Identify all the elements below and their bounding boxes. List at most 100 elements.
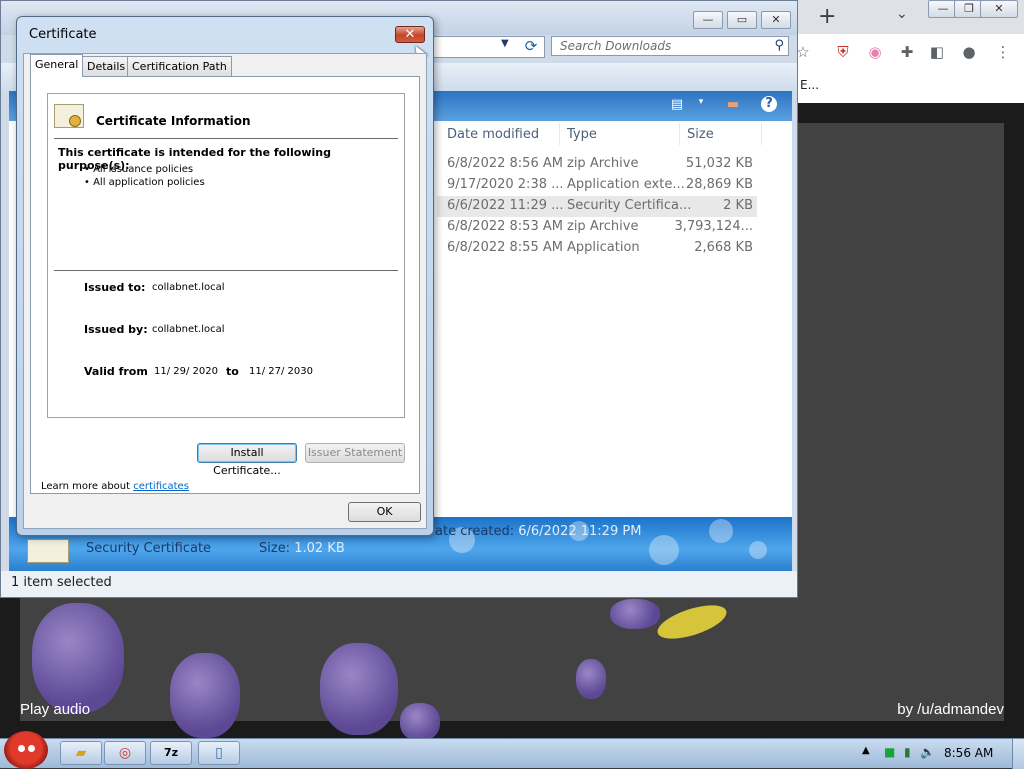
issued-by-value: collabnet.local bbox=[152, 324, 225, 335]
tab-certification-path[interactable]: Certification Path bbox=[127, 56, 232, 76]
tab-general[interactable]: General bbox=[30, 54, 84, 77]
issuer-statement-button[interactable]: Issuer Statement bbox=[305, 443, 405, 463]
file-size: 3,793,124... bbox=[674, 219, 753, 234]
issued-by-label: Issued by: bbox=[84, 323, 148, 336]
column-separator[interactable] bbox=[679, 123, 680, 145]
view-dropdown-icon[interactable]: ▾ bbox=[693, 97, 709, 111]
details-date-label: ate created: bbox=[435, 524, 515, 539]
purple-gorilla-figure bbox=[610, 599, 660, 629]
file-size: 28,869 KB bbox=[685, 177, 753, 192]
learn-more-text: Learn more about certificates bbox=[41, 481, 189, 492]
tab-details[interactable]: Details bbox=[82, 56, 131, 76]
certificates-link[interactable]: certificates bbox=[133, 481, 189, 492]
side-panel-icon[interactable]: ◧ bbox=[928, 43, 946, 61]
divider bbox=[54, 270, 398, 271]
document-taskbar-icon[interactable]: ▯ bbox=[198, 741, 240, 765]
divider bbox=[54, 138, 398, 139]
status-bar: 1 item selected bbox=[1, 571, 797, 597]
network-tray-icon[interactable]: ■ bbox=[884, 745, 895, 759]
file-type: Application exte... bbox=[567, 177, 685, 192]
browser-close-button[interactable]: ✕ bbox=[980, 0, 1018, 18]
valid-to-value: 11/ 27/ 2030 bbox=[249, 366, 313, 377]
new-tab-button[interactable]: + bbox=[818, 4, 836, 29]
file-type: Application bbox=[567, 240, 640, 255]
file-date: 9/17/2020 2:38 ... bbox=[447, 177, 564, 192]
file-row[interactable]: 6/8/2022 8:53 AM zip Archive 3,793,124..… bbox=[437, 217, 757, 238]
start-button[interactable] bbox=[4, 731, 48, 769]
details-file-name: Security Certificate bbox=[86, 541, 212, 556]
show-desktop-button[interactable] bbox=[1012, 739, 1024, 769]
certificate-dialog: Certificate ✕ General Details Certificat… bbox=[16, 16, 434, 536]
decorative-bubble bbox=[749, 541, 767, 559]
explorer-minimize-button[interactable]: — bbox=[693, 11, 723, 29]
column-date-modified[interactable]: Date modified bbox=[447, 127, 539, 142]
file-explorer-taskbar-icon[interactable]: ▰ bbox=[60, 741, 102, 765]
column-type[interactable]: Type bbox=[567, 127, 597, 142]
7zip-taskbar-icon[interactable]: 7z bbox=[150, 741, 192, 765]
search-icon[interactable]: ⚲ bbox=[774, 38, 784, 53]
explorer-close-button[interactable]: ✕ bbox=[761, 11, 791, 29]
file-date: 6/6/2022 11:29 ... bbox=[447, 198, 564, 213]
preview-pane-icon[interactable]: ▬ bbox=[725, 97, 741, 112]
chrome-taskbar-icon[interactable]: ◎ bbox=[104, 741, 146, 765]
ok-button[interactable]: OK bbox=[348, 502, 421, 522]
file-type: zip Archive bbox=[567, 156, 639, 171]
file-type: zip Archive bbox=[567, 219, 639, 234]
tray-overflow-icon[interactable]: ▲ bbox=[862, 745, 870, 756]
play-audio-label[interactable]: Play audio bbox=[20, 701, 90, 718]
purple-gorilla-figure bbox=[400, 703, 440, 741]
help-icon[interactable]: ? bbox=[761, 96, 777, 112]
file-size: 51,032 KB bbox=[685, 156, 753, 171]
dialog-close-button[interactable]: ✕ bbox=[395, 26, 425, 43]
purple-gorilla-figure bbox=[32, 603, 124, 713]
details-date-value: 6/6/2022 11:29 PM bbox=[518, 524, 642, 539]
issued-to-label: Issued to: bbox=[84, 281, 146, 294]
purpose-item: • All issuance policies bbox=[84, 164, 194, 175]
surfboard-shape bbox=[653, 598, 731, 646]
status-text: 1 item selected bbox=[11, 575, 112, 590]
volume-tray-icon[interactable]: 🔈 bbox=[920, 745, 935, 759]
purpose-item: • All application policies bbox=[84, 177, 205, 188]
tab-search-button[interactable]: ⌄ bbox=[896, 6, 908, 22]
info-title: Certificate Information bbox=[96, 114, 251, 128]
certificate-thumbnail-icon bbox=[27, 539, 69, 563]
certificate-icon bbox=[54, 104, 84, 128]
file-size: 2 KB bbox=[723, 198, 753, 213]
shield-extension-icon[interactable]: ⛨ bbox=[834, 43, 852, 61]
issued-to-value: collabnet.local bbox=[152, 282, 225, 293]
puzzle-extensions-icon[interactable]: ✚ bbox=[898, 43, 916, 61]
file-row[interactable]: 6/8/2022 8:55 AM Application 2,668 KB bbox=[437, 238, 757, 259]
taskbar: ▰ ◎ 7z ▯ ▲ ■ ▮ 🔈 8:56 AM bbox=[0, 731, 1024, 769]
profile-avatar-icon[interactable]: ● bbox=[960, 43, 978, 61]
decorative-bubble bbox=[709, 519, 733, 543]
column-separator[interactable] bbox=[761, 123, 762, 145]
explorer-maximize-button[interactable]: ▭ bbox=[727, 11, 757, 29]
column-size[interactable]: Size bbox=[687, 127, 714, 142]
address-dropdown-icon[interactable]: ▼ bbox=[501, 38, 509, 49]
bookmark-item[interactable]: E... bbox=[800, 78, 819, 92]
file-size: 2,668 KB bbox=[694, 240, 753, 255]
kebab-menu-icon[interactable]: ⋮ bbox=[994, 43, 1012, 61]
purple-gorilla-figure bbox=[576, 659, 606, 699]
flag-extension-icon[interactable]: ◉ bbox=[866, 43, 884, 61]
change-view-icon[interactable]: ▤ bbox=[669, 97, 685, 112]
dialog-body: General Details Certification Path Certi… bbox=[23, 53, 427, 529]
file-date: 6/8/2022 8:56 AM bbox=[447, 156, 563, 171]
search-placeholder: Search Downloads bbox=[560, 39, 672, 53]
decorative-bubble bbox=[649, 535, 679, 565]
install-certificate-button[interactable]: Install Certificate... bbox=[197, 443, 297, 477]
file-date: 6/8/2022 8:55 AM bbox=[447, 240, 563, 255]
file-type: Security Certifica... bbox=[567, 198, 692, 213]
battery-tray-icon[interactable]: ▮ bbox=[904, 745, 911, 759]
column-separator[interactable] bbox=[559, 123, 560, 145]
search-input[interactable]: Search Downloads ⚲ bbox=[551, 36, 789, 56]
file-row[interactable]: 9/17/2020 2:38 ... Application exte... 2… bbox=[437, 175, 757, 196]
refresh-icon[interactable]: ⟳ bbox=[520, 36, 542, 56]
learn-more-label: Learn more about bbox=[41, 481, 131, 492]
valid-from-label: Valid from bbox=[84, 365, 148, 378]
file-row[interactable]: 6/8/2022 8:56 AM zip Archive 51,032 KB bbox=[437, 154, 757, 175]
clock[interactable]: 8:56 AM bbox=[944, 746, 993, 760]
certificate-info-box: Certificate Information This certificate… bbox=[47, 93, 405, 418]
file-row-selected[interactable]: 6/6/2022 11:29 ... Security Certifica...… bbox=[437, 196, 757, 217]
details-size-label: Size: bbox=[259, 541, 291, 556]
